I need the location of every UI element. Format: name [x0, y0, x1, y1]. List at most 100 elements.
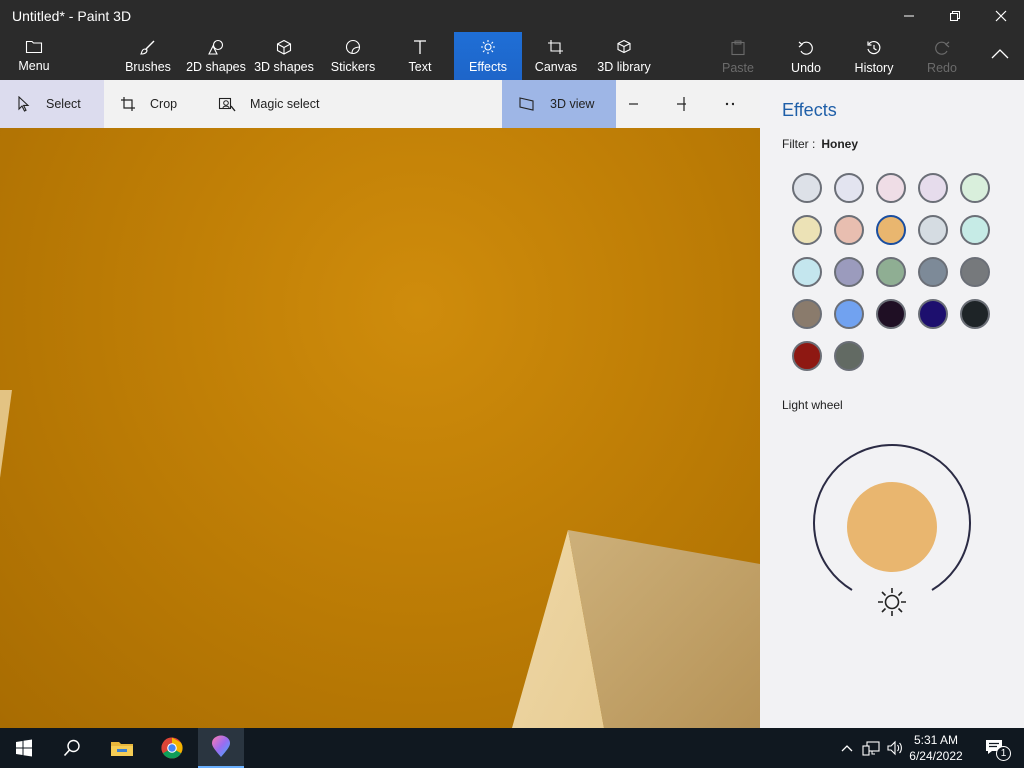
- effects-panel: Effects Filter : Honey Light wheel: [760, 80, 1024, 728]
- filter-swatch[interactable]: [960, 173, 990, 203]
- chevron-up-icon: [991, 49, 1009, 59]
- network-button[interactable]: [860, 728, 882, 768]
- filter-swatch[interactable]: [792, 299, 822, 329]
- magic-select-button[interactable]: Magic select: [204, 80, 344, 128]
- filter-swatch[interactable]: [834, 173, 864, 203]
- filter-swatch[interactable]: [960, 215, 990, 245]
- redo-button[interactable]: Redo: [922, 32, 962, 80]
- menu-button[interactable]: Menu: [10, 32, 58, 80]
- canvas-toolbar: Select Crop Magic select 3D view: [0, 80, 760, 128]
- 3d-view-button[interactable]: 3D view: [502, 80, 616, 128]
- filter-swatch[interactable]: [834, 215, 864, 245]
- filter-swatch[interactable]: [876, 173, 906, 203]
- chrome-button[interactable]: [148, 728, 196, 768]
- network-icon: [862, 741, 880, 756]
- sun-icon[interactable]: [878, 588, 906, 616]
- history-button[interactable]: History: [850, 32, 898, 80]
- more-options-button[interactable]: [724, 80, 748, 128]
- show-hidden-icons-button[interactable]: [836, 728, 858, 768]
- filter-value: Honey: [821, 137, 859, 151]
- action-center-button[interactable]: 1: [976, 728, 1016, 768]
- filter-swatch[interactable]: [792, 173, 822, 203]
- crop-button[interactable]: Crop: [104, 80, 204, 128]
- clock-time: 5:31 AM: [913, 733, 959, 747]
- text-icon: [414, 40, 426, 54]
- filter-swatch[interactable]: [918, 173, 948, 203]
- magic-select-icon: [218, 97, 236, 112]
- filter-swatch[interactable]: [792, 215, 822, 245]
- clock-date: 6/24/2022: [909, 749, 963, 763]
- restore-icon: [950, 11, 960, 21]
- filter-swatch[interactable]: [960, 299, 990, 329]
- tool-label: 3D shapes: [254, 60, 314, 74]
- start-button[interactable]: [0, 728, 48, 768]
- minimize-icon: [904, 15, 914, 17]
- clock[interactable]: 5:31 AM 6/24/2022: [906, 732, 966, 764]
- menu-label: Menu: [18, 59, 50, 73]
- search-button[interactable]: [48, 728, 96, 768]
- chevron-up-icon: [841, 745, 853, 752]
- 3d-library-icon: [617, 39, 631, 54]
- crop-icon: [121, 97, 135, 111]
- windows-logo-icon: [16, 739, 32, 757]
- filter-caption: Filter :: [782, 137, 816, 151]
- undo-button[interactable]: Undo: [786, 32, 826, 80]
- undo-label: Undo: [791, 61, 821, 75]
- tool-label: 3D library: [597, 60, 651, 74]
- filter-swatch[interactable]: [876, 257, 906, 287]
- tool-text[interactable]: Text: [398, 32, 442, 80]
- filter-swatch[interactable]: [834, 299, 864, 329]
- filter-swatch[interactable]: [792, 341, 822, 371]
- filter-swatch[interactable]: [918, 257, 948, 287]
- tool-3d-library[interactable]: 3D library: [594, 32, 654, 80]
- window-title: Untitled* - Paint 3D: [12, 8, 132, 24]
- volume-button[interactable]: [884, 728, 906, 768]
- filter-swatch[interactable]: [918, 299, 948, 329]
- select-label: Select: [46, 97, 81, 111]
- title-bar: Untitled* - Paint 3D: [0, 0, 1024, 32]
- filter-swatch[interactable]: [918, 215, 948, 245]
- tool-effects[interactable]: Effects: [454, 32, 522, 80]
- tool-3d-shapes[interactable]: 3D shapes: [252, 32, 316, 80]
- close-button[interactable]: [978, 0, 1024, 32]
- undo-icon: [798, 41, 813, 55]
- filter-swatch[interactable]: [834, 257, 864, 287]
- search-icon: [63, 739, 80, 757]
- notification-count-badge: 1: [996, 746, 1011, 761]
- tool-stickers[interactable]: Stickers: [326, 32, 380, 80]
- tool-canvas[interactable]: Canvas: [530, 32, 582, 80]
- paste-label: Paste: [722, 61, 754, 75]
- brush-icon: [140, 40, 155, 55]
- paint-3d-icon: [212, 735, 230, 757]
- filter-swatch[interactable]: [876, 299, 906, 329]
- light-wheel[interactable]: [802, 438, 982, 628]
- minimize-button[interactable]: [886, 0, 932, 32]
- drawing-canvas[interactable]: [0, 128, 760, 728]
- folder-icon: [25, 40, 43, 54]
- plus-icon: [677, 97, 686, 111]
- restore-button[interactable]: [932, 0, 978, 32]
- collapse-ribbon-button[interactable]: [984, 32, 1016, 80]
- zoom-in-button[interactable]: [676, 80, 700, 128]
- effects-icon: [481, 40, 495, 54]
- tool-label: 2D shapes: [186, 60, 246, 74]
- speaker-icon: [887, 740, 902, 756]
- file-explorer-button[interactable]: [98, 728, 146, 768]
- filter-swatch[interactable]: [792, 257, 822, 287]
- tool-2d-shapes[interactable]: 2D shapes: [184, 32, 248, 80]
- paint-3d-button[interactable]: [198, 728, 244, 768]
- filter-swatch[interactable]: [834, 341, 864, 371]
- main-ribbon: Menu Brushes 2D shapes 3D shapes Sticker…: [0, 32, 1024, 80]
- filter-swatch[interactable]: [960, 257, 990, 287]
- cursor-icon: [18, 96, 30, 112]
- filter-swatch[interactable]: [876, 215, 906, 245]
- shape-fragment-left: [0, 390, 12, 478]
- 3d-view-icon: [519, 97, 534, 111]
- zoom-out-button[interactable]: [628, 80, 652, 128]
- crop-label: Crop: [150, 97, 178, 111]
- paste-button[interactable]: Paste: [718, 32, 758, 80]
- tool-brushes[interactable]: Brushes: [120, 32, 176, 80]
- tool-label: Text: [408, 60, 432, 74]
- minus-icon: [629, 103, 638, 105]
- select-button[interactable]: Select: [0, 80, 104, 128]
